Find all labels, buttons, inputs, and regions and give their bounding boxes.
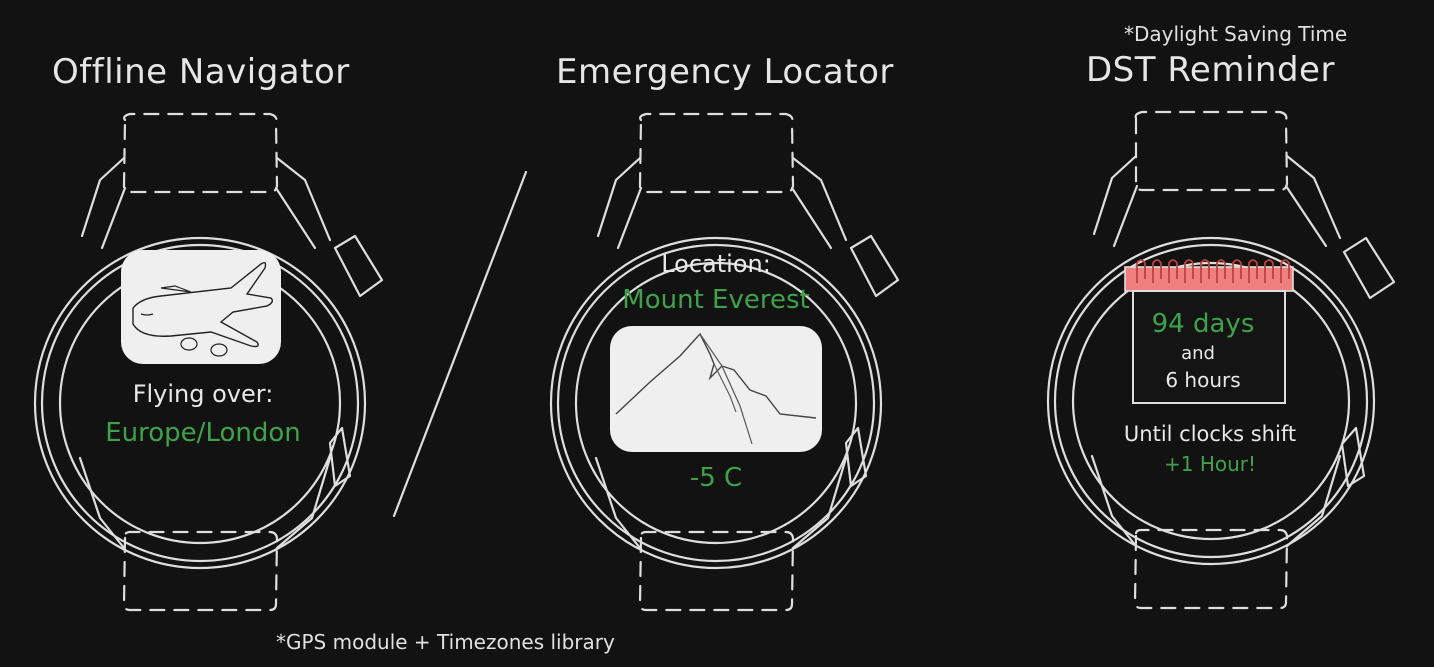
airplane-sketch-icon [132,261,274,357]
watch-2-title: Emergency Locator [556,52,894,92]
divider-slash [392,170,528,518]
watch-2-line2: Mount Everest [622,285,810,315]
calendar-and: and [1181,343,1215,364]
calendar-days: 94 days [1151,309,1255,339]
calendar-hours: 6 hours [1165,368,1241,392]
mountain-image [610,326,822,452]
watch-2-line3: -5 C [689,463,743,493]
calendar-icon: 94 days and 6 hours [1123,255,1295,407]
watch-1-title: Offline Navigator [52,52,350,92]
mountain-sketch-icon [615,332,817,445]
airplane-image [121,250,281,364]
watch-3-title: DST Reminder [1086,50,1335,90]
gps-footnote: *GPS module + Timezones library [276,630,615,654]
watch-1-line1: Flying over: [132,380,274,408]
watch-3-line1: Until clocks shift [1123,422,1297,446]
watch-1-line2: Europe/London [105,418,301,448]
watch-3-line2: +1 Hour! [1163,452,1257,476]
watch-2-line1: Location: [661,250,771,278]
dst-footnote: *Daylight Saving Time [1124,22,1348,46]
